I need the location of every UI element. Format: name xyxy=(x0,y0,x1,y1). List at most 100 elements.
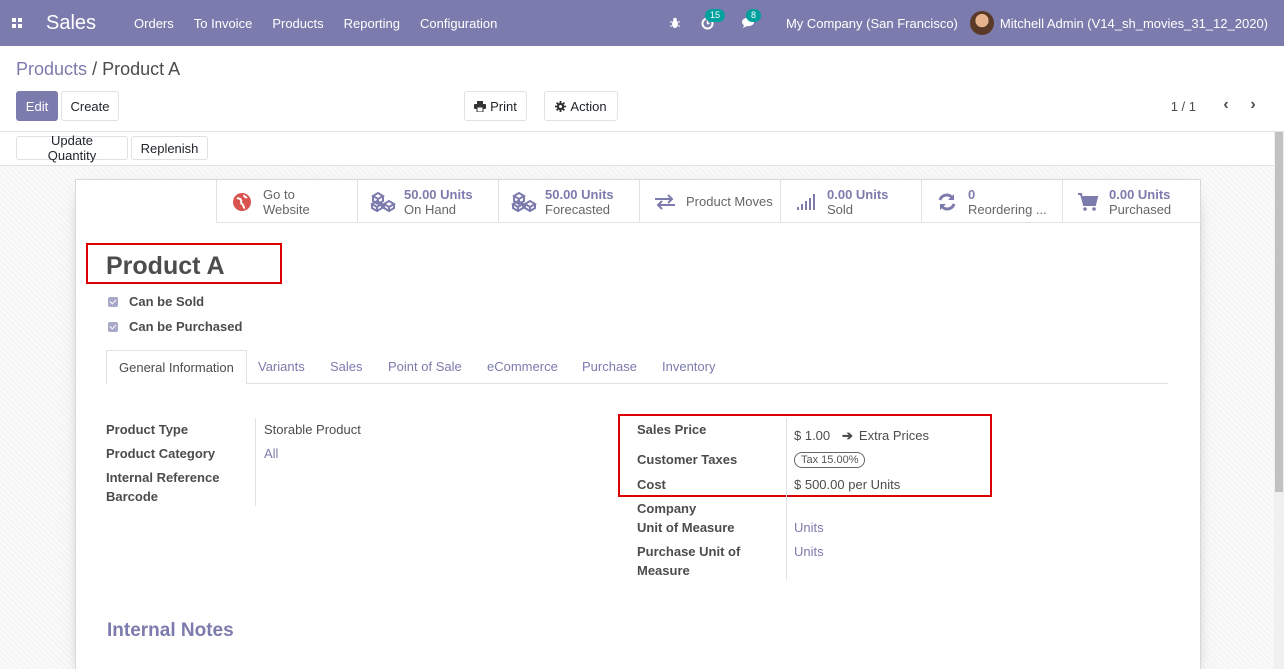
smart-button-purchased[interactable]: 0.00 Units Purchased xyxy=(1062,180,1199,223)
action-label: Action xyxy=(570,98,607,114)
smart-button-on-hand[interactable]: 50.00 Units On Hand xyxy=(357,180,498,223)
sales-price-value[interactable]: $ 1.00 xyxy=(794,428,830,443)
smart-button-product-moves[interactable]: Product Moves xyxy=(639,180,780,223)
sold-label: Sold xyxy=(827,201,854,217)
print-button[interactable]: Print xyxy=(464,91,527,121)
vertical-scrollbar[interactable] xyxy=(1274,132,1284,669)
company-switcher[interactable]: My Company (San Francisco) xyxy=(774,16,970,31)
user-menu[interactable]: Mitchell Admin (V14_sh_movies_31_12_2020… xyxy=(969,11,1284,35)
tab-variants[interactable]: Variants xyxy=(258,350,305,384)
cost-value[interactable]: $ 500.00 per Units xyxy=(794,477,900,492)
message-count-badge: 8 xyxy=(745,9,761,22)
top-navbar: Sales Orders To Invoice Products Reporti… xyxy=(0,0,1284,46)
cost-unit: per Units xyxy=(848,477,901,492)
menu-configuration[interactable]: Configuration xyxy=(410,16,507,31)
edit-button[interactable]: Edit xyxy=(16,91,58,121)
can-be-purchased-checkbox[interactable] xyxy=(108,322,118,332)
pager-previous-icon[interactable]: ‹ xyxy=(1216,95,1236,115)
scrollbar-thumb[interactable] xyxy=(1275,132,1283,492)
cost-label: Cost xyxy=(637,477,666,492)
tab-purchase[interactable]: Purchase xyxy=(582,350,637,384)
print-icon xyxy=(474,100,487,112)
cost-amount: $ 500.00 xyxy=(794,477,845,492)
control-panel: Products / Product A Edit Create Print A… xyxy=(0,46,1284,132)
menu-products[interactable]: Products xyxy=(262,16,333,31)
menu-orders[interactable]: Orders xyxy=(124,16,184,31)
product-name[interactable]: Product A xyxy=(106,252,225,281)
product-type-select[interactable]: Storable Product xyxy=(264,422,361,437)
purchase-uom-label-line2: Measure xyxy=(637,563,690,578)
tab-inventory[interactable]: Inventory xyxy=(662,350,715,384)
smart-button-reordering[interactable]: 0 Reordering ... xyxy=(921,180,1062,223)
extra-prices-label: Extra Prices xyxy=(858,428,929,443)
smart-button-box: Go to Website 50.00 Units On Hand 50.00 Un… xyxy=(216,180,1201,223)
cart-icon xyxy=(1075,192,1101,212)
breadcrumb-current: Product A xyxy=(102,59,181,79)
activity-count-badge: 15 xyxy=(704,8,725,22)
customer-taxes-label: Customer Taxes xyxy=(637,452,738,467)
internal-notes-heading: Internal Notes xyxy=(107,620,234,641)
purchased-value: 0.00 Units xyxy=(1109,186,1171,202)
cubes-icon xyxy=(511,191,537,212)
create-button[interactable]: Create xyxy=(61,91,119,121)
gear-icon xyxy=(555,100,567,112)
unit-of-measure-link[interactable]: Units xyxy=(794,520,824,535)
cubes-icon xyxy=(370,191,396,212)
internal-reference-label: Internal Reference xyxy=(106,470,220,485)
reordering-value: 0 xyxy=(968,186,976,202)
user-name: Mitchell Admin (V14_sh_movies_31_12_2020… xyxy=(999,15,1268,31)
signal-icon xyxy=(793,192,819,212)
left-column-divider xyxy=(255,418,256,506)
company-label: Company xyxy=(637,501,697,516)
tab-ecommerce[interactable]: eCommerce xyxy=(487,350,558,384)
product-moves-label: Product Moves xyxy=(686,194,773,209)
menu-reporting[interactable]: Reporting xyxy=(334,16,410,31)
globe-icon xyxy=(229,192,255,212)
purchased-label: Purchased xyxy=(1109,201,1172,217)
product-category-link[interactable]: All xyxy=(264,446,278,461)
apps-menu-icon[interactable] xyxy=(0,0,34,46)
exchange-icon xyxy=(652,192,678,212)
reordering-label: Reordering ... xyxy=(968,201,1047,217)
can-be-sold-label: Can be Sold xyxy=(129,294,205,309)
form-statusbar: Update Quantity Replenish xyxy=(0,132,1274,166)
update-quantity-button[interactable]: Update Quantity xyxy=(16,133,128,163)
smart-button-sold[interactable]: 0.00 Units Sold xyxy=(780,180,921,223)
breadcrumb-separator: / xyxy=(92,59,98,79)
right-column-divider xyxy=(786,418,787,580)
tab-sales[interactable]: Sales xyxy=(330,350,363,384)
forecasted-label: Forecasted xyxy=(545,201,611,217)
action-button[interactable]: Action xyxy=(544,91,618,121)
activity-clock-icon[interactable]: 15 xyxy=(691,8,725,30)
pager-value[interactable]: 1 / 1 xyxy=(1171,99,1196,114)
on-hand-label: On Hand xyxy=(404,201,457,217)
tab-point-of-sale[interactable]: Point of Sale xyxy=(388,350,462,384)
messages-chat-icon[interactable]: 8 xyxy=(732,9,766,29)
tax-tag[interactable]: Tax 15.00% xyxy=(794,452,866,468)
debug-bug-icon[interactable] xyxy=(659,17,691,29)
forecasted-value: 50.00 Units xyxy=(545,186,614,202)
unit-of-measure-label: Unit of Measure xyxy=(637,520,735,535)
user-avatar xyxy=(969,11,994,35)
extra-prices-button[interactable]: ➔ Extra Prices xyxy=(842,428,929,444)
breadcrumb: Products / Product A xyxy=(16,59,180,80)
arrow-right-icon: ➔ xyxy=(842,428,853,443)
breadcrumb-products-link[interactable]: Products xyxy=(16,59,87,79)
sold-value: 0.00 Units xyxy=(827,186,889,202)
print-label: Print xyxy=(490,98,517,114)
tab-general-information[interactable]: General Information xyxy=(106,350,247,385)
smart-button-website[interactable]: Go to Website xyxy=(216,180,357,223)
menu-to-invoice[interactable]: To Invoice xyxy=(184,16,263,31)
replenish-button[interactable]: Replenish xyxy=(131,136,208,160)
form-sheet: Go to Website 50.00 Units On Hand 50.00 Un… xyxy=(75,179,1201,669)
smart-website-line1: Go to xyxy=(263,186,295,202)
pager-next-icon[interactable]: › xyxy=(1243,95,1263,115)
product-type-label: Product Type xyxy=(106,422,189,437)
app-name[interactable]: Sales xyxy=(46,12,96,35)
purchase-uom-link[interactable]: Units xyxy=(794,544,824,559)
notebook-tabs: General Information Variants Sales Point… xyxy=(106,350,1168,385)
barcode-label: Barcode xyxy=(106,489,159,504)
product-category-label: Product Category xyxy=(106,446,216,461)
can-be-sold-checkbox[interactable] xyxy=(108,297,118,307)
smart-button-forecasted[interactable]: 50.00 Units Forecasted xyxy=(498,180,639,223)
